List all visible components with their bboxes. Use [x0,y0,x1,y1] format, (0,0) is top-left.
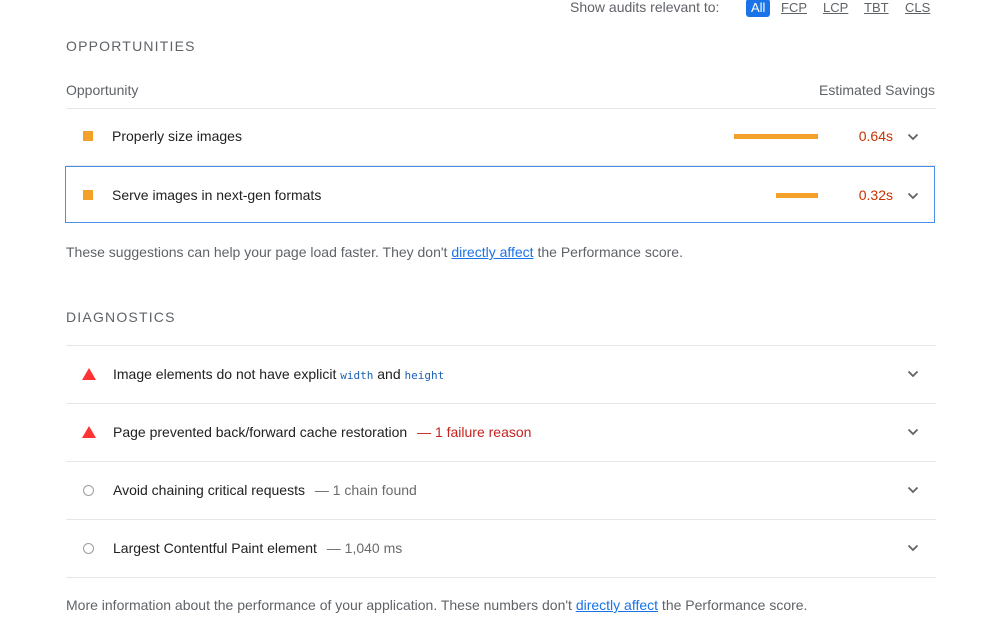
note-text: More information about the performance o… [66,597,576,613]
label-text: Image elements do not have explicit [113,366,341,382]
diagnostic-row-image-dimensions[interactable]: Image elements do not have explicit widt… [66,346,936,403]
opportunity-label: Serve images in next-gen formats [112,187,322,203]
diagnostic-row-critical-requests[interactable]: Avoid chaining critical requests — 1 cha… [66,462,936,519]
diagnostic-label: Page prevented back/forward cache restor… [113,424,531,440]
chevron-down-icon[interactable] [907,131,919,143]
label-text: Avoid chaining critical requests [113,482,305,498]
chevron-down-icon[interactable] [907,484,919,496]
directly-affect-link[interactable]: directly affect [451,244,533,260]
note-text: These suggestions can help your page loa… [66,244,452,260]
filter-chip-tbt[interactable]: TBT [864,0,889,17]
note-text: the Performance score. [533,244,683,260]
filter-chip-fcp[interactable]: FCP [781,0,807,17]
red-triangle-icon [82,426,96,438]
filter-chip-lcp[interactable]: LCP [823,0,848,17]
label-text: and [373,366,405,382]
label-text: Largest Contentful Paint element [113,540,317,556]
chevron-down-icon[interactable] [907,368,919,380]
filter-label: Show audits relevant to: [570,0,720,15]
grey-circle-icon [83,485,94,496]
savings-value: 0.32s [858,187,893,203]
opportunities-note: These suggestions can help your page loa… [66,244,683,260]
chevron-down-icon[interactable] [907,190,919,202]
code-height: height [404,369,445,382]
opportunity-column-header: Opportunity [66,82,139,98]
opportunities-title: OPPORTUNITIES [66,38,196,54]
opportunity-label: Properly size images [112,128,242,144]
diagnostic-row-lcp-element[interactable]: Largest Contentful Paint element — 1,040… [66,520,936,577]
diagnostics-title: DIAGNOSTICS [66,309,176,325]
chevron-down-icon[interactable] [907,426,919,438]
chevron-down-icon[interactable] [907,542,919,554]
filter-chip-cls[interactable]: CLS [905,0,930,17]
diagnostic-label: Avoid chaining critical requests — 1 cha… [113,482,417,498]
orange-square-icon [83,190,93,200]
grey-circle-icon [83,543,94,554]
divider [66,577,936,578]
savings-bar [734,134,818,139]
filter-chip-all[interactable]: All [746,0,771,17]
savings-bar [776,193,818,198]
estimated-savings-column-header: Estimated Savings [819,82,935,98]
orange-square-icon [83,131,93,141]
diagnostic-label: Image elements do not have explicit widt… [113,366,444,382]
red-triangle-icon [82,368,96,380]
diagnostic-subtext: — 1 chain found [314,482,417,498]
note-text: the Performance score. [658,597,808,613]
label-text: Page prevented back/forward cache restor… [113,424,408,440]
opportunity-row-serve-next-gen-formats[interactable]: Serve images in next-gen formats 0.32s [65,166,935,223]
diagnostics-note: More information about the performance o… [66,597,807,613]
savings-value: 0.64s [858,128,893,144]
code-width: width [340,369,374,382]
diagnostic-subtext: — 1,040 ms [326,540,403,556]
diagnostic-subtext: — 1 failure reason [417,424,532,440]
diagnostic-label: Largest Contentful Paint element — 1,040… [113,540,402,556]
diagnostic-row-bfcache[interactable]: Page prevented back/forward cache restor… [66,404,936,461]
directly-affect-link[interactable]: directly affect [576,597,658,613]
opportunity-row-properly-size-images[interactable]: Properly size images 0.64s [66,109,936,165]
